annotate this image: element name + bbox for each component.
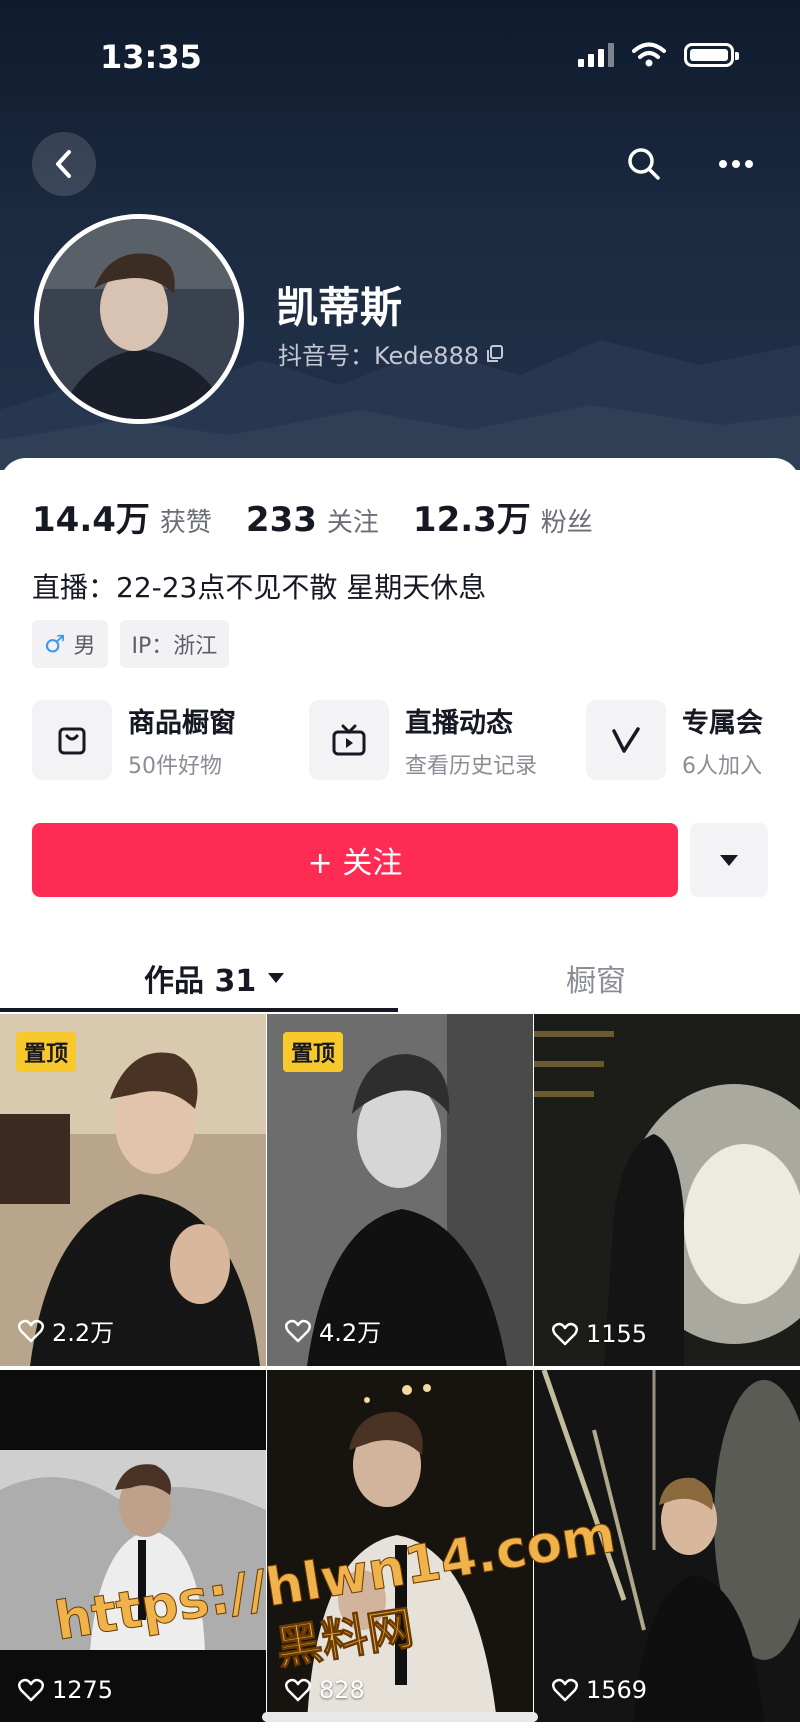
like-count: 2.2万 (18, 1313, 114, 1348)
pinned-badge: 置顶 (16, 1032, 77, 1072)
tab-works-label: 作品 31 (144, 964, 257, 999)
search-icon (628, 148, 660, 180)
like-count: 828 (285, 1676, 365, 1704)
feature-subtitle: 6人加入 (682, 753, 762, 779)
recommend-dropdown-button[interactable] (690, 823, 768, 897)
like-count: 1155 (552, 1320, 647, 1348)
status-icons (578, 42, 739, 68)
heart-icon (552, 1322, 578, 1346)
tab-shop-window[interactable]: 橱窗 (566, 938, 626, 1018)
stat-followers[interactable]: 12.3万 粉丝 (413, 492, 593, 541)
heart-icon (18, 1319, 44, 1342)
stat-label: 获赞 (159, 508, 212, 538)
content-tabs: 作品 31 橱窗 (0, 938, 800, 1018)
stat-label: 关注 (326, 508, 379, 538)
stat-following[interactable]: 233 关注 (246, 500, 379, 540)
feature-shop-window[interactable]: 商品橱窗 50件好物 (32, 700, 309, 780)
douyin-id[interactable]: 抖音号：Kede888 (278, 336, 505, 371)
like-count-value: 2.2万 (52, 1319, 115, 1347)
bag-icon (32, 700, 112, 780)
ip-tag: IP：浙江 (119, 620, 230, 668)
like-count-value: 1569 (586, 1676, 648, 1704)
more-options-button[interactable] (712, 140, 760, 188)
like-count-value: 1155 (586, 1320, 648, 1348)
caret-down-icon (268, 973, 285, 983)
video-tile[interactable]: 1155 (534, 1014, 800, 1366)
bio: 直播：22-23点不见不散 星期天休息 (32, 571, 487, 604)
nickname: 凯蒂斯 (276, 283, 403, 332)
pinned-badge: 置顶 (283, 1032, 344, 1072)
search-button[interactable] (620, 140, 668, 188)
signal-icon (578, 43, 614, 67)
male-icon: ♂ (44, 630, 66, 658)
stat-value: 233 (245, 500, 317, 540)
stat-likes[interactable]: 14.4万 获赞 (32, 492, 212, 541)
battery-icon (684, 43, 739, 67)
feature-title: 商品橱窗 (128, 707, 236, 739)
like-count-value: 828 (319, 1676, 365, 1704)
video-tile[interactable]: 置顶 2.2万 (0, 1014, 266, 1366)
follow-button[interactable]: + 关注 (32, 823, 678, 897)
copy-icon[interactable] (485, 344, 505, 364)
profile-header: 13:35 凯蒂斯 抖音号：Kede888 (0, 0, 800, 470)
stat-value: 12.3万 (412, 500, 531, 540)
douyin-id-text: 抖音号：Kede888 (278, 342, 480, 370)
stat-value: 14.4万 (32, 500, 150, 540)
video-tile[interactable]: 置顶 4.2万 (267, 1014, 533, 1366)
tv-icon (309, 700, 389, 780)
feature-row: 商品橱窗 50件好物 直播动态 查看历史记录 专属会 6人加入 (32, 700, 800, 780)
stat-label: 粉丝 (540, 508, 593, 538)
avatar[interactable] (34, 214, 244, 424)
avatar-photo (39, 219, 239, 419)
heart-icon (552, 1678, 578, 1702)
more-dots-icon (719, 160, 753, 168)
tab-works[interactable]: 作品 31 (144, 938, 285, 1018)
gender-label: 男 (73, 634, 96, 659)
wifi-icon (632, 42, 666, 67)
like-count: 1569 (552, 1676, 647, 1704)
home-indicator[interactable] (262, 1712, 538, 1722)
heart-icon (285, 1319, 311, 1342)
feature-title: 专属会 (682, 707, 763, 739)
video-thumbnail (534, 1014, 800, 1366)
gender-tag: ♂ 男 (32, 620, 108, 668)
like-count-value: 4.2万 (319, 1319, 382, 1347)
back-button[interactable] (32, 132, 96, 196)
heart-icon (18, 1678, 44, 1702)
status-time: 13:35 (100, 38, 202, 76)
feature-exclusive-club[interactable]: 专属会 6人加入 (586, 700, 800, 780)
v-icon (586, 700, 666, 780)
chevron-left-icon (56, 150, 71, 178)
active-tab-indicator (0, 1008, 398, 1012)
feature-subtitle: 查看历史记录 (405, 753, 538, 779)
heart-icon (285, 1678, 311, 1702)
feature-live-history[interactable]: 直播动态 查看历史记录 (309, 700, 586, 780)
feature-subtitle: 50件好物 (128, 753, 222, 779)
tags-row: ♂ 男 IP：浙江 (32, 620, 230, 668)
like-count: 4.2万 (285, 1313, 381, 1348)
feature-title: 直播动态 (405, 707, 513, 739)
caret-down-icon (720, 854, 738, 866)
stats-row: 14.4万 获赞 233 关注 12.3万 粉丝 (32, 492, 627, 541)
